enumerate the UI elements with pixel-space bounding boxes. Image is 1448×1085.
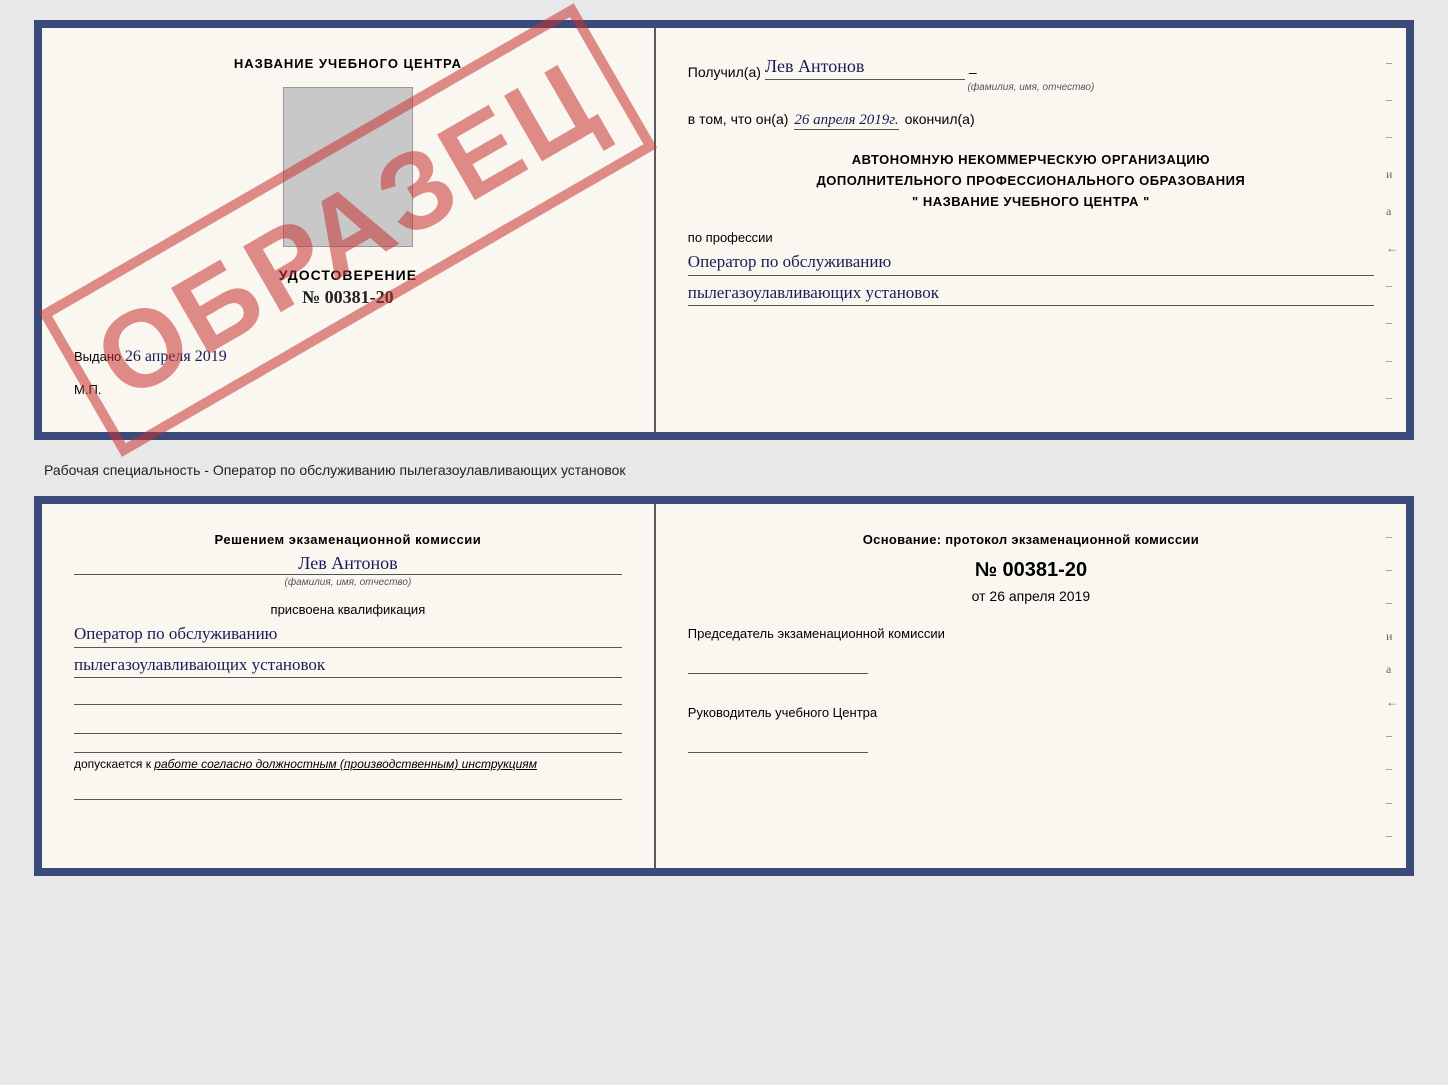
predsedatel-label: Председатель экзаменационной комиссии xyxy=(688,624,1374,644)
signature-line-1 xyxy=(74,686,622,705)
vtom-date: 26 апреля 2019г. xyxy=(794,112,898,130)
profession-line1: Оператор по обслуживанию xyxy=(688,249,1374,276)
rukovoditel-label: Руководитель учебного Центра xyxy=(688,703,1374,723)
kval-line2: пылегазоулавливающих установок xyxy=(74,652,622,679)
udostoverenie-title: УДОСТОВЕРЕНИЕ xyxy=(74,267,622,283)
predsedatel-block: Председатель экзаменационной комиссии xyxy=(688,624,1374,679)
po-professii-label: по профессии xyxy=(688,230,773,245)
dopuskaetsya-text: работе согласно должностным (производств… xyxy=(154,757,537,771)
profession-line2: пылегазоулавливающих установок xyxy=(688,280,1374,307)
recipient-name-bottom: Лев Антонов xyxy=(74,553,622,575)
right-dashes-bottom: – – – и а ← – – – – xyxy=(1386,504,1398,868)
cert-top-left: НАЗВАНИЕ УЧЕБНОГО ЦЕНТРА ОБРАЗЕЦ УДОСТОВ… xyxy=(42,28,656,432)
predsedatel-signature-line xyxy=(688,650,868,674)
poluchil-label: Получил(а) xyxy=(688,64,761,80)
vtom-line: в том, что он(а) 26 апреля 2019г. окончи… xyxy=(688,111,1374,130)
dopuskaetsya-block: допускается к работе согласно должностны… xyxy=(74,752,622,771)
signature-line-3 xyxy=(74,781,622,800)
separator-label: Рабочая специальность - Оператор по обсл… xyxy=(34,456,1414,480)
org-quote-close: " xyxy=(1143,194,1150,209)
org-line2: ДОПОЛНИТЕЛЬНОГО ПРОФЕССИОНАЛЬНОГО ОБРАЗО… xyxy=(688,171,1374,192)
right-dashes: – – – и а ← – – – – xyxy=(1386,28,1398,432)
ot-label: от xyxy=(972,588,986,604)
ot-date-value: 26 апреля 2019 xyxy=(989,588,1090,604)
vydano-label: Выдано xyxy=(74,349,121,364)
org-name-line: " НАЗВАНИЕ УЧЕБНОГО ЦЕНТРА " xyxy=(688,192,1374,213)
prisvoena-label: присвоена квалификация xyxy=(74,602,622,617)
photo-placeholder xyxy=(283,87,413,247)
rukovoditel-block: Руководитель учебного Центра xyxy=(688,703,1374,758)
org-quote-open: " xyxy=(912,194,919,209)
school-title-top: НАЗВАНИЕ УЧЕБНОГО ЦЕНТРА xyxy=(74,56,622,71)
certificate-bottom: Решением экзаменационной комиссии Лев Ан… xyxy=(34,496,1414,876)
fio-hint-top: (фамилия, имя, отчество) xyxy=(688,82,1374,93)
okonchil-label: окончил(а) xyxy=(905,111,975,127)
mp-line: М.П. xyxy=(74,382,622,397)
recipient-name-top: Лев Антонов xyxy=(765,56,965,80)
signature-line-2 xyxy=(74,715,622,734)
osnovanie-title: Основание: протокол экзаменационной коми… xyxy=(688,532,1374,547)
certificate-top: НАЗВАНИЕ УЧЕБНОГО ЦЕНТРА ОБРАЗЕЦ УДОСТОВ… xyxy=(34,20,1414,440)
resheniyem-title: Решением экзаменационной комиссии xyxy=(74,532,622,547)
cert-top-right: Получил(а) Лев Антонов – (фамилия, имя, … xyxy=(656,28,1406,432)
kval-line1: Оператор по обслуживанию xyxy=(74,621,622,648)
udostoverenie-block: УДОСТОВЕРЕНИЕ № 00381-20 xyxy=(74,267,622,308)
poluchil-line: Получил(а) Лев Антонов – xyxy=(688,56,1374,80)
cert-bottom-right: Основание: протокол экзаменационной коми… xyxy=(656,504,1406,868)
vydano-date: 26 апреля 2019 xyxy=(125,348,227,365)
document-wrapper: НАЗВАНИЕ УЧЕБНОГО ЦЕНТРА ОБРАЗЕЦ УДОСТОВ… xyxy=(34,20,1414,876)
vydano-line: Выдано 26 апреля 2019 xyxy=(74,348,622,366)
po-professii-block: по профессии Оператор по обслуживанию пы… xyxy=(688,230,1374,306)
cert-bottom-left: Решением экзаменационной комиссии Лев Ан… xyxy=(42,504,656,868)
protocol-number: № 00381-20 xyxy=(688,559,1374,582)
org-line1: АВТОНОМНУЮ НЕКОММЕРЧЕСКУЮ ОРГАНИЗАЦИЮ xyxy=(688,150,1374,171)
ot-date: от 26 апреля 2019 xyxy=(688,588,1374,604)
udostoverenie-number: № 00381-20 xyxy=(74,287,622,308)
org-block: АВТОНОМНУЮ НЕКОММЕРЧЕСКУЮ ОРГАНИЗАЦИЮ ДО… xyxy=(688,150,1374,212)
fio-hint-bottom: (фамилия, имя, отчество) xyxy=(74,577,622,588)
dopuskaetsya-label: допускается к xyxy=(74,757,151,771)
rukovoditel-signature-line xyxy=(688,729,868,753)
vtom-label: в том, что он(а) xyxy=(688,111,789,127)
org-name: НАЗВАНИЕ УЧЕБНОГО ЦЕНТРА xyxy=(923,194,1139,209)
